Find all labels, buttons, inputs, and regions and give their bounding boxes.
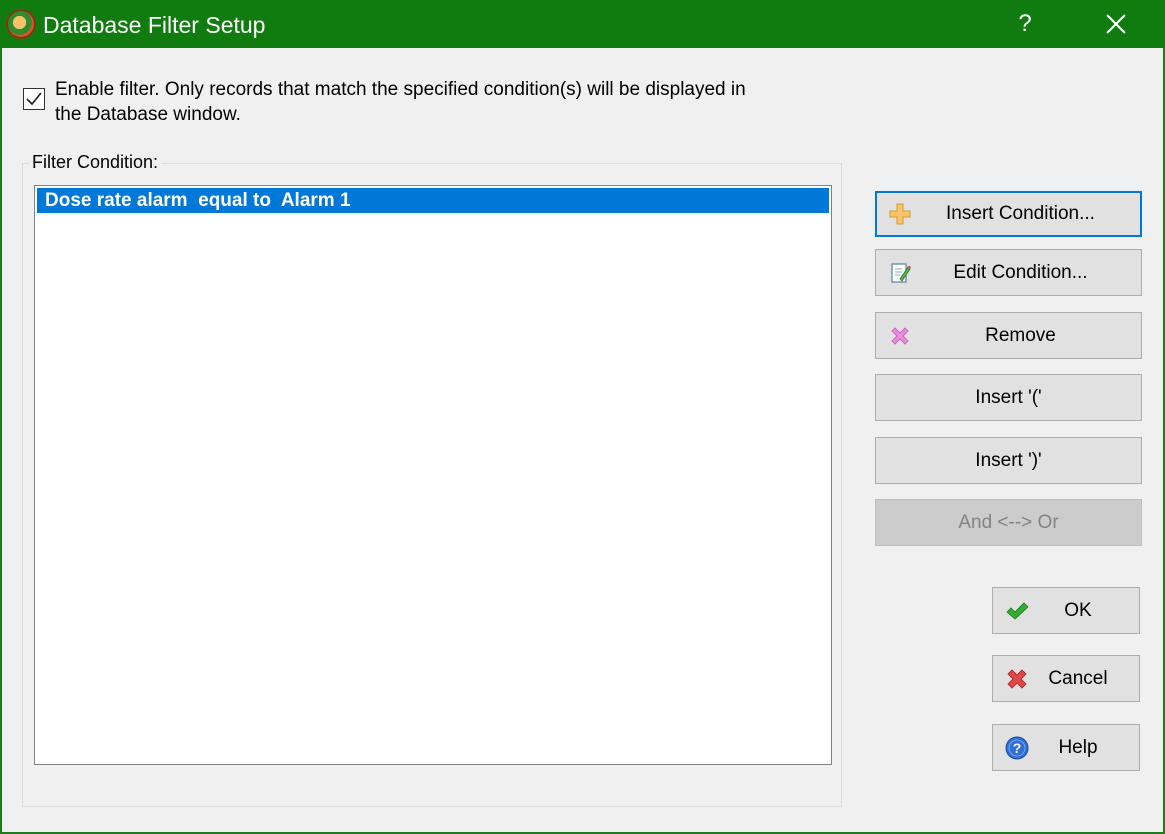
insert-close-paren-label: Insert ')' <box>975 449 1042 471</box>
enable-filter-label[interactable]: Enable filter. Only records that match t… <box>55 77 775 127</box>
ok-button[interactable]: OK <box>992 587 1140 634</box>
insert-open-paren-button[interactable]: Insert '(' <box>875 374 1142 421</box>
cancel-label: Cancel <box>1048 667 1108 689</box>
enable-filter-checkbox[interactable] <box>23 88 45 110</box>
edit-condition-button[interactable]: Edit Condition... <box>875 249 1142 296</box>
filter-condition-label: Filter Condition: <box>29 152 162 173</box>
and-or-label: And <--> Or <box>958 511 1059 533</box>
app-logo-icon <box>6 9 36 39</box>
cancel-button[interactable]: Cancel <box>992 655 1140 702</box>
title-help-button[interactable]: ? <box>990 0 1060 48</box>
and-or-toggle-button[interactable]: And <--> Or <box>875 499 1142 546</box>
condition-list[interactable]: Dose rate alarm equal to Alarm 1 <box>34 185 832 765</box>
ok-label: OK <box>1064 599 1092 621</box>
window-title: Database Filter Setup <box>43 12 266 38</box>
close-icon <box>1106 14 1126 34</box>
dialog-window: Database Filter Setup ? Enable filter. O… <box>0 0 1165 834</box>
list-item[interactable]: Dose rate alarm equal to Alarm 1 <box>37 188 829 213</box>
title-bar: Database Filter Setup ? <box>0 0 1165 48</box>
insert-condition-label: Insert Condition... <box>946 203 1095 224</box>
checkmark-icon <box>26 92 42 106</box>
insert-close-paren-button[interactable]: Insert ')' <box>875 437 1142 484</box>
insert-condition-button[interactable]: Insert Condition... <box>875 191 1142 237</box>
remove-button[interactable]: Remove <box>875 312 1142 359</box>
title-close-button[interactable] <box>1081 0 1151 48</box>
help-label: Help <box>1058 736 1098 758</box>
remove-label: Remove <box>985 324 1056 346</box>
insert-open-paren-label: Insert '(' <box>975 386 1042 408</box>
edit-condition-label: Edit Condition... <box>953 261 1088 283</box>
help-button[interactable]: ? Help <box>992 724 1140 771</box>
